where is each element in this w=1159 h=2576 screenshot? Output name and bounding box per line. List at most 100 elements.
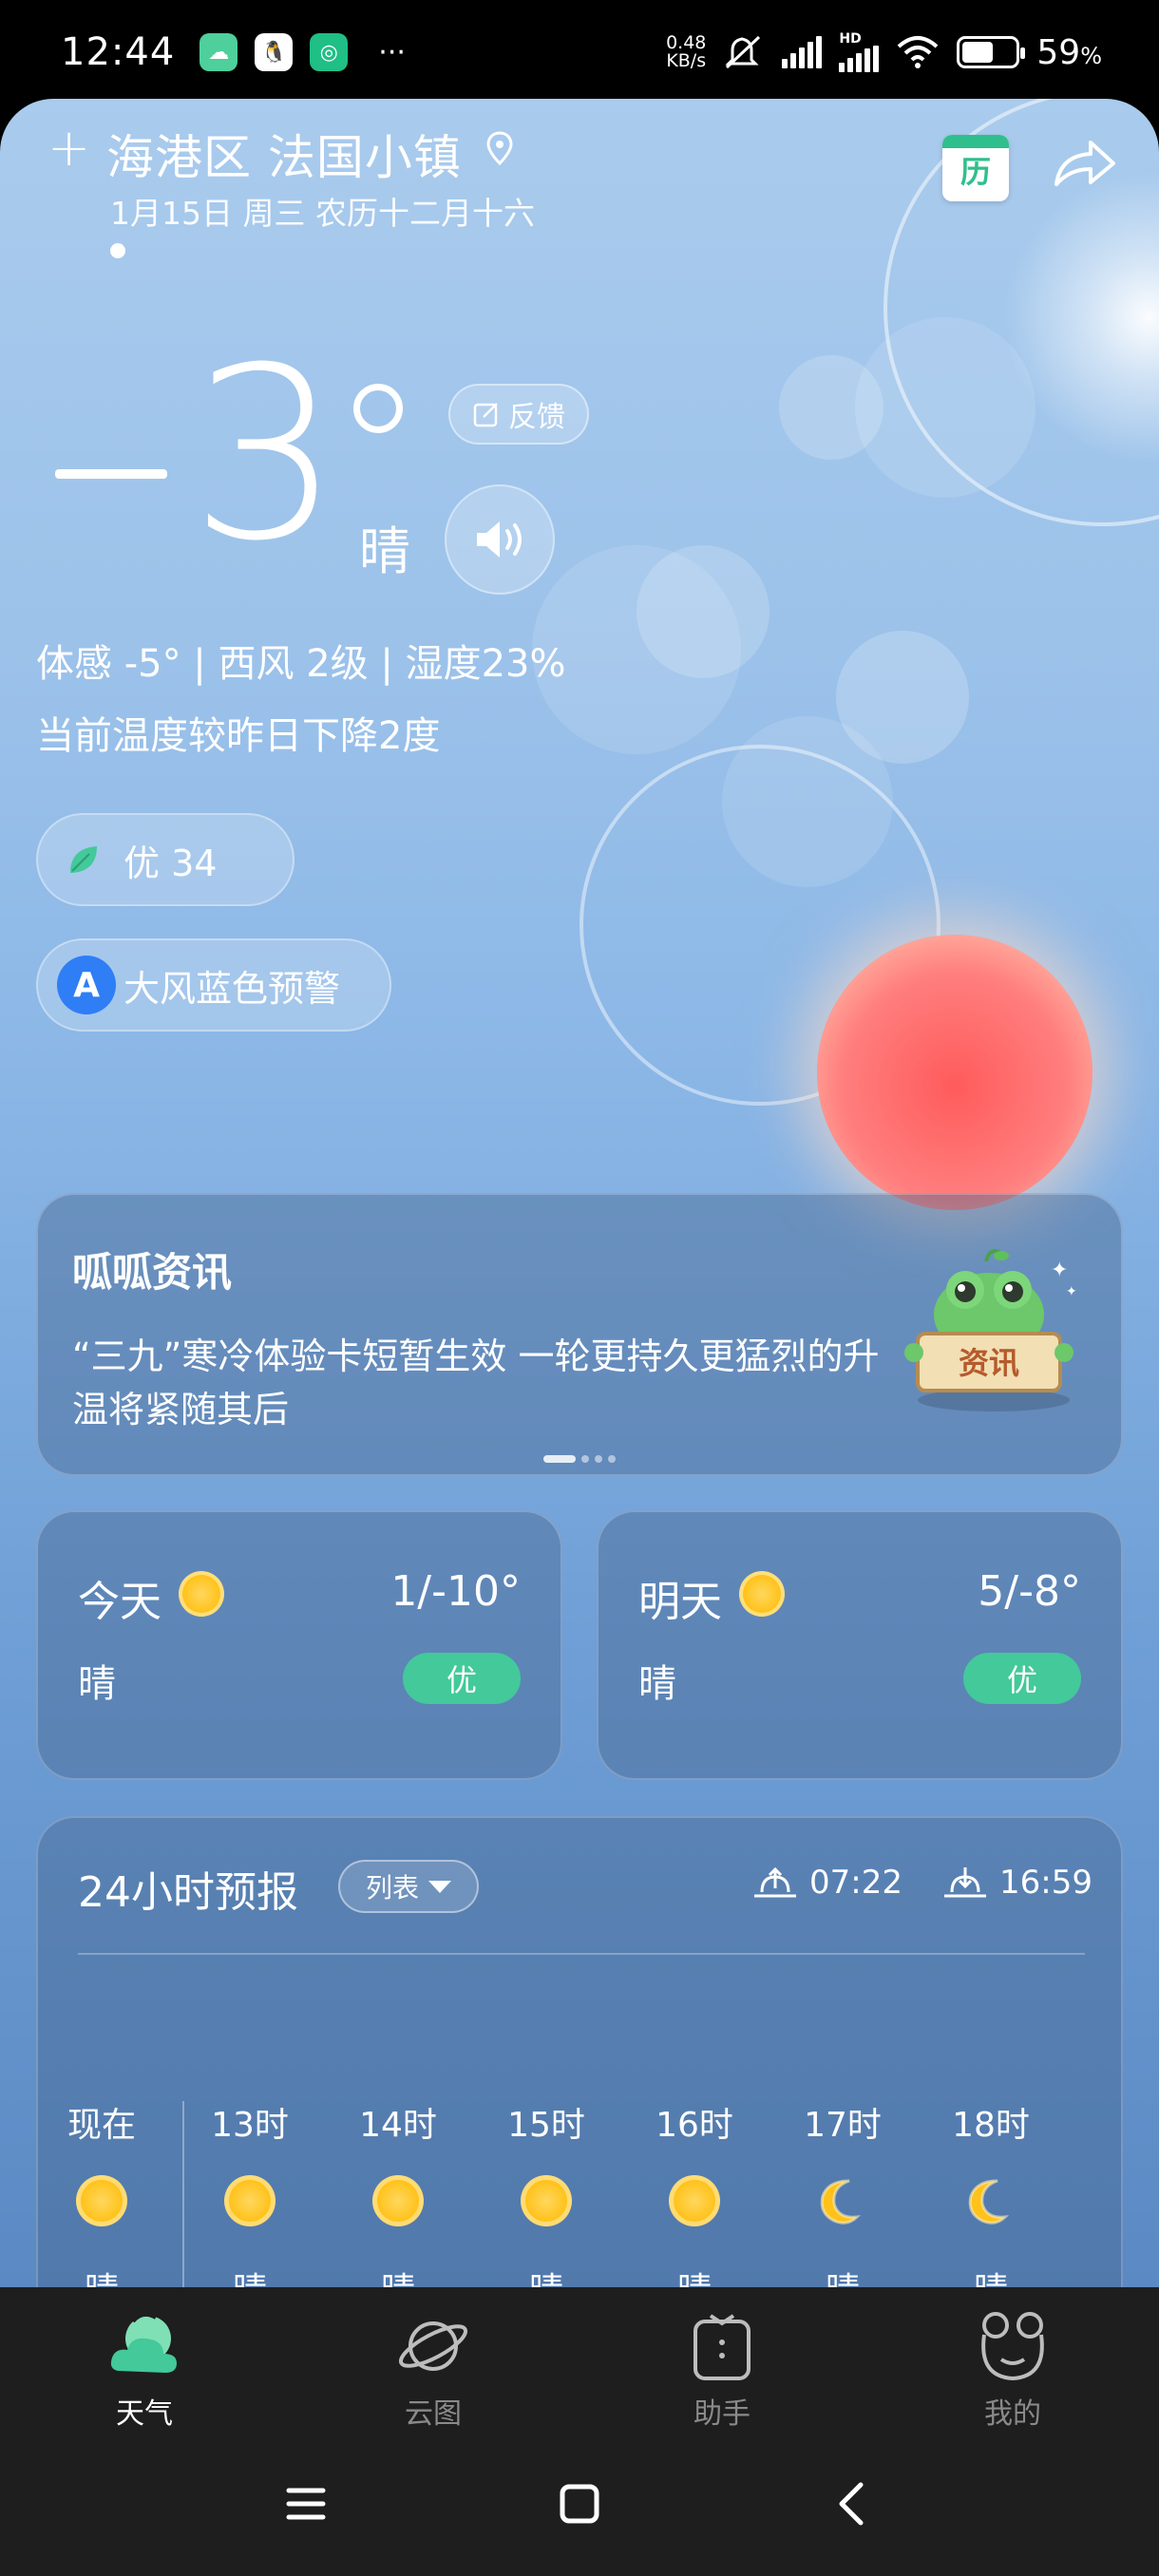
nav-cloudmap-label: 云图 <box>405 2397 462 2431</box>
hour-column[interactable]: 15时晴-3° <box>494 2097 598 2287</box>
warning-label: 大风蓝色预警 <box>124 967 341 1010</box>
news-headline[interactable]: “三九”寒冷体验卡短暂生效 一轮更持久更猛烈的升温将紧随其后 <box>72 1330 889 1436</box>
planet-icon <box>393 2306 473 2386</box>
feedback-button[interactable]: 反馈 <box>448 384 589 445</box>
day-temperature-range: 5/-8° <box>978 1567 1081 1616</box>
moon-icon <box>965 2175 1016 2226</box>
leaf-app-icon: ◎ <box>310 33 349 71</box>
hour-time: 16时 <box>656 2106 733 2145</box>
nav-assistant[interactable]: 助手 <box>627 2306 817 2432</box>
back-icon[interactable] <box>830 2481 876 2527</box>
sun-icon <box>521 2175 572 2226</box>
degree-symbol <box>353 384 403 433</box>
sun-icon <box>372 2175 424 2226</box>
chevron-down-icon <box>428 1880 451 1893</box>
now-separator <box>182 2101 184 2287</box>
today-card[interactable]: 今天 1/-10° 晴 优 <box>36 1510 562 1780</box>
list-view-toggle[interactable]: 列表 <box>338 1860 479 1913</box>
hour-column[interactable]: 17时晴1° <box>790 2097 895 2287</box>
robot-icon <box>682 2306 762 2386</box>
hour-time: 14时 <box>359 2106 437 2145</box>
hour-condition: 晴 <box>49 2263 154 2287</box>
sun-icon <box>669 2175 720 2226</box>
sunrise-time: 07:22 <box>752 1864 902 1902</box>
sun-icon <box>179 1571 224 1617</box>
status-bar: 12:44 ☁ 🐧 ◎ ··· 0.48 KB/s HD 59% <box>0 0 1159 104</box>
hour-condition: 晴 <box>494 2263 598 2287</box>
nav-mine[interactable]: 我的 <box>918 2306 1108 2432</box>
hourly-forecast-card[interactable]: 24小时预报 列表 07:22 16:59 现在晴-3° 13时晴-4° 14时晴-… <box>36 1816 1123 2287</box>
calendar-button[interactable]: 历 <box>942 135 1009 201</box>
menu-icon[interactable] <box>283 2481 329 2527</box>
frog-mascot-icon: 资讯 ✦ ✦ <box>899 1248 1089 1419</box>
hour-time: 15时 <box>507 2106 585 2145</box>
list-view-label: 列表 <box>365 1872 419 1904</box>
nav-weather[interactable]: 天气 <box>49 2306 239 2432</box>
home-icon[interactable] <box>557 2481 602 2527</box>
hour-condition: 晴 <box>642 2263 747 2287</box>
air-quality-label: 优 34 <box>124 842 218 884</box>
sunset-value: 16:59 <box>999 1864 1092 1902</box>
sunrise-value: 07:22 <box>809 1864 902 1902</box>
weather-warning-pill[interactable]: A 大风蓝色预警 <box>36 938 391 1032</box>
hour-column[interactable]: 14时晴-5° <box>346 2097 450 2287</box>
day-condition: 晴 <box>638 1662 676 1706</box>
calendar-icon-text: 历 <box>960 154 991 190</box>
wifi-icon <box>898 36 939 68</box>
news-card[interactable]: 呱呱资讯 “三九”寒冷体验卡短暂生效 一轮更持久更猛烈的升温将紧随其后 资讯 ✦… <box>36 1193 1123 1476</box>
hour-column[interactable]: 18时晴-1° <box>939 2097 1043 2287</box>
sun-icon <box>739 1571 785 1617</box>
weather-tab-icon <box>104 2306 184 2386</box>
day-temperature-range: 1/-10° <box>390 1567 521 1616</box>
svg-text:✦: ✦ <box>1051 1259 1068 1282</box>
status-time: 12:44 <box>61 30 176 74</box>
nav-assistant-label: 助手 <box>694 2397 750 2431</box>
day-name: 今天 <box>78 1578 162 1626</box>
nav-cloudmap[interactable]: 云图 <box>338 2306 528 2432</box>
hourly-forecast-title: 24小时预报 <box>78 1868 298 1917</box>
moon-icon <box>817 2175 868 2226</box>
news-carousel-indicator <box>543 1455 616 1463</box>
news-title: 呱呱资讯 <box>72 1249 233 1296</box>
current-condition: 晴 <box>359 521 410 581</box>
temperature-minus-sign <box>55 469 167 479</box>
hour-column[interactable]: 现在晴-3° <box>49 2097 154 2287</box>
current-temperature: 3 <box>190 316 342 593</box>
notification-icons: ☁ 🐧 ◎ ··· <box>200 33 406 71</box>
day-aqi-badge: 优 <box>403 1653 521 1704</box>
hour-time: 18时 <box>952 2106 1030 2145</box>
system-navigation-bar <box>0 2432 1159 2576</box>
feedback-label: 反馈 <box>508 401 565 434</box>
svg-text:✦: ✦ <box>1066 1284 1077 1299</box>
nav-mine-label: 我的 <box>984 2397 1041 2431</box>
bokeh-decoration <box>636 545 770 678</box>
speaker-icon <box>477 521 522 558</box>
hd-label: HD <box>839 31 862 47</box>
add-city-button[interactable]: + <box>48 118 90 178</box>
voice-broadcast-button[interactable] <box>445 484 555 595</box>
air-quality-pill[interactable]: 优 34 <box>36 813 294 906</box>
sunset-time: 16:59 <box>942 1864 1092 1902</box>
day-condition: 晴 <box>78 1662 116 1706</box>
hour-column[interactable]: 13时晴-4° <box>198 2097 302 2287</box>
signal-icon-2 <box>839 46 880 72</box>
more-notifications-icon: ··· <box>378 35 406 69</box>
leaf-icon <box>70 846 97 873</box>
sun-icon <box>224 2175 276 2226</box>
bokeh-decoration <box>722 716 893 887</box>
tomorrow-card[interactable]: 明天 5/-8° 晴 优 <box>597 1510 1123 1780</box>
location-pin-icon <box>486 131 513 165</box>
day-name: 明天 <box>638 1578 722 1626</box>
frog-sign-text: 资讯 <box>959 1345 1019 1381</box>
signal-icon <box>782 36 823 68</box>
mute-icon <box>725 35 761 69</box>
network-speed-unit: KB/s <box>666 50 707 71</box>
city-name[interactable]: 海港区 法国小镇 <box>106 120 462 188</box>
divider <box>78 1953 1085 1955</box>
hour-condition: 晴 <box>198 2263 302 2287</box>
hour-column[interactable]: 16时晴-1° <box>642 2097 747 2287</box>
weather-panel[interactable]: + 海港区 法国小镇 1月15日 周三 农历十二月十六 历 3 晴 反馈 体感 … <box>0 99 1159 2287</box>
battery-percent: 59% <box>1036 32 1102 72</box>
weather-details: 体感 -5° | 西风 2级 | 湿度23% <box>36 642 566 686</box>
share-icon[interactable] <box>1051 135 1119 192</box>
